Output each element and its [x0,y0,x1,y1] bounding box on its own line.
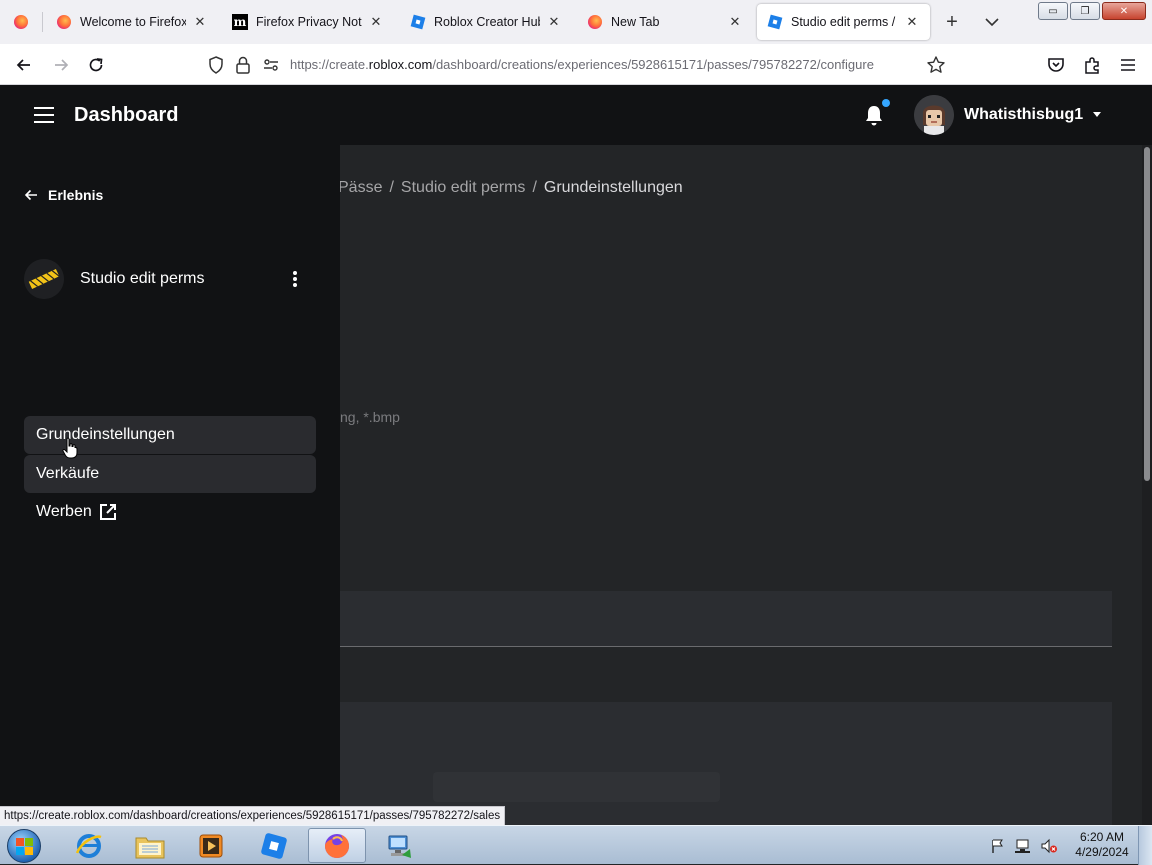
sidebar-item-verkaeufe[interactable]: Verkäufe [24,455,316,493]
web-page: Dashboard Whatisthisbug1 Pässe / Studio ed… [0,85,1152,825]
tracking-protection-shield-icon[interactable] [206,55,226,75]
sidebar-item-label: Grundeinstellungen [36,426,175,443]
pocket-icon[interactable] [1045,54,1067,76]
firefox-icon [13,14,29,30]
notification-bell-icon[interactable] [863,103,885,127]
hand-cursor-icon [62,437,78,459]
tab-new-tab[interactable]: New Tab ✕ [577,4,753,40]
file-type-hint: ng, *.bmp [340,409,400,425]
roblox-icon [767,14,783,30]
back-arrow-icon [24,189,37,201]
taskbar-network-app[interactable] [370,828,428,863]
browser-navigation-bar: https://create.roblox.com/dashboard/crea… [0,44,1152,85]
folder-icon [135,837,165,858]
windows-logo-icon [7,829,41,863]
breadcrumb-item-passes[interactable]: Pässe [338,179,382,196]
network-icon[interactable] [1014,838,1032,854]
roblox-icon [410,14,426,30]
breadcrumb-item-pass[interactable]: Studio edit perms [401,179,526,196]
internet-explorer-icon [75,833,102,858]
taskbar-firefox[interactable] [308,828,366,863]
roblox-studio-icon [261,832,287,859]
breadcrumb-item-current: Grundeinstellungen [543,179,683,196]
back-link-label: Erlebnis [48,187,104,203]
show-desktop-button[interactable] [1138,826,1152,865]
breadcrumb: Pässe / Studio edit perms / Grundeinstellung… [338,179,683,197]
computer-network-icon [388,835,411,858]
bookmark-star-icon[interactable] [926,55,946,75]
close-tab-icon[interactable]: ✕ [192,14,208,30]
taskbar-internet-explorer[interactable] [60,828,118,863]
dashboard-title[interactable]: Dashboard [74,104,178,127]
reload-icon[interactable] [85,54,107,76]
action-center-flag-icon[interactable] [990,838,1006,854]
system-clock[interactable]: 6:20 AM 4/29/2024 [1068,830,1136,860]
breadcrumb-separator: / [389,179,394,196]
menu-hamburger-icon[interactable] [1117,54,1139,76]
new-tab-plus-icon[interactable]: + [941,11,963,33]
placeholder-block [433,772,720,802]
windows-taskbar: 6:20 AM 4/29/2024 [0,825,1152,865]
minimize-button[interactable]: ▭ [1038,2,1068,20]
tab-title: Roblox Creator Hub [434,15,540,29]
tab-studio-edit-perms[interactable]: Studio edit perms / Gru ✕ [757,4,930,40]
media-player-icon [199,834,223,857]
pass-title: Studio edit perms [80,270,205,287]
forward-arrow-icon[interactable] [50,54,72,76]
sidebar-item-label: Verkäufe [36,465,100,482]
external-link-icon [99,504,116,520]
menu-hamburger-icon[interactable] [34,107,54,123]
url-text: https://create.roblox.com/dashboard/crea… [290,57,874,72]
url-bar[interactable]: https://create.roblox.com/dashboard/crea… [200,49,952,80]
username[interactable]: Whatisthisbug1 [964,106,1083,124]
tab-title: Firefox Privacy Notice [256,15,362,29]
taskbar-file-explorer[interactable] [121,828,179,863]
tab-roblox-creator-hub[interactable]: Roblox Creator Hub ✕ [400,4,572,40]
browser-tab-strip: Welcome to Firefox ✕ m Firefox Privacy N… [0,0,1152,44]
tab-title: Studio edit perms / Gru [791,15,898,29]
more-options-icon[interactable] [285,269,305,289]
system-tray [990,826,1058,865]
scrollbar-thumb[interactable] [1144,147,1150,481]
restore-button[interactable]: ❐ [1070,2,1100,20]
volume-muted-icon[interactable] [1040,838,1058,854]
link-status-tooltip: https://create.roblox.com/dashboard/crea… [0,806,506,825]
firefox-view-button[interactable] [2,4,40,40]
sidebar-item-werben[interactable]: Werben [24,493,316,531]
pass-thumbnail [24,259,64,299]
close-window-button[interactable]: ✕ [1102,2,1146,20]
extensions-puzzle-icon[interactable] [1081,54,1103,76]
close-tab-icon[interactable]: ✕ [727,14,743,30]
notification-badge [882,99,890,107]
caret-down-icon[interactable] [1093,112,1101,117]
tab-title: Welcome to Firefox [80,15,186,29]
firefox-icon [325,833,349,858]
breadcrumb-separator: / [532,179,537,196]
back-arrow-icon[interactable] [13,54,35,76]
firefox-icon [587,14,603,30]
taskbar-roblox-studio[interactable] [245,828,303,863]
start-button[interactable] [4,827,44,865]
back-to-experience-link[interactable]: Erlebnis [24,187,103,203]
avatar[interactable] [914,95,954,135]
mozilla-icon: m [232,14,248,30]
clock-date: 4/29/2024 [1075,845,1129,859]
close-tab-icon[interactable]: ✕ [368,14,384,30]
close-tab-icon[interactable]: ✕ [904,14,920,30]
sidebar-item-label: Werben [36,503,92,520]
name-input-field[interactable] [340,591,1112,647]
firefox-icon [56,14,72,30]
tab-firefox-privacy-notice[interactable]: m Firefox Privacy Notice ✕ [222,4,394,40]
lock-icon[interactable] [234,55,252,75]
permissions-icon[interactable] [262,56,280,74]
clock-time: 6:20 AM [1079,830,1125,844]
chevron-down-icon[interactable] [982,12,1002,32]
close-tab-icon[interactable]: ✕ [546,14,562,30]
taskbar-media-player[interactable] [182,828,240,863]
tab-welcome-to-firefox[interactable]: Welcome to Firefox ✕ [46,4,218,40]
window-controls: ▭ ❐ ✕ [1038,2,1146,20]
dashboard-topbar: Dashboard Whatisthisbug1 [0,85,1152,145]
sidebar: Erlebnis Studio edit perms Grundeinstell… [0,145,340,825]
tab-title: New Tab [611,15,660,29]
